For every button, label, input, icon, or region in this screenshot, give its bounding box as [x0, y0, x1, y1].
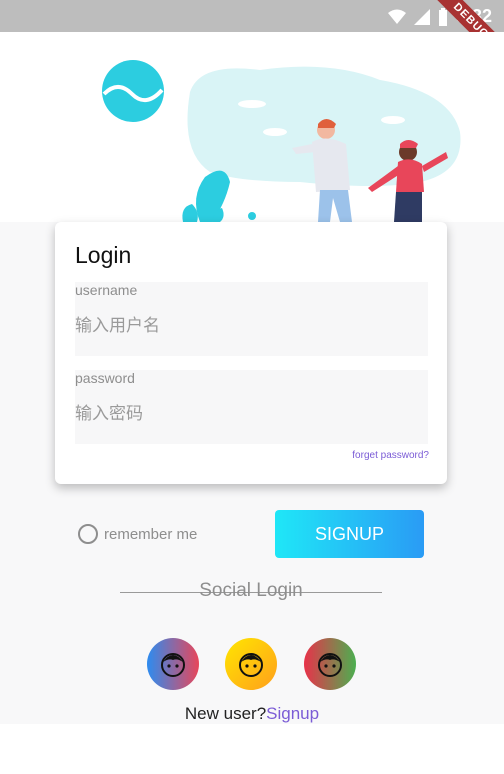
face-icon — [161, 653, 185, 677]
wifi-icon — [387, 9, 406, 24]
password-input[interactable] — [75, 404, 415, 424]
social-login-button-1[interactable] — [147, 638, 199, 690]
signup-button[interactable]: SIGNUP — [275, 510, 424, 558]
password-field[interactable]: password — [75, 370, 428, 444]
signal-icon — [413, 8, 430, 25]
social-login-button-3[interactable] — [304, 638, 356, 690]
login-card: Login username password forget password? — [55, 222, 447, 484]
bottom-area — [0, 724, 504, 774]
forgot-password-link[interactable]: forget password? — [352, 450, 429, 461]
remember-me-label: remember me — [104, 525, 198, 543]
social-login-button-2[interactable] — [225, 638, 277, 690]
password-label: password — [75, 370, 135, 386]
signup-link[interactable]: Signup — [266, 704, 319, 723]
username-field[interactable]: username — [75, 282, 428, 356]
hero-illustration — [182, 66, 461, 222]
username-label: username — [75, 282, 138, 298]
remember-me-radio[interactable] — [78, 524, 98, 544]
login-title: Login — [75, 242, 132, 268]
social-login-heading: Social Login — [199, 580, 303, 601]
new-user-prompt: New user?Signup — [0, 704, 504, 724]
social-login-divider: Social Login — [120, 580, 382, 604]
remember-me-toggle[interactable]: remember me — [78, 524, 197, 544]
header-illustration — [0, 32, 504, 222]
face-icon — [318, 653, 342, 677]
status-bar: 5:32 DEBUG — [0, 0, 504, 74]
username-input[interactable] — [75, 316, 415, 336]
logo-icon — [102, 60, 164, 122]
face-icon — [239, 653, 263, 677]
new-user-text: New user? — [184, 704, 267, 723]
